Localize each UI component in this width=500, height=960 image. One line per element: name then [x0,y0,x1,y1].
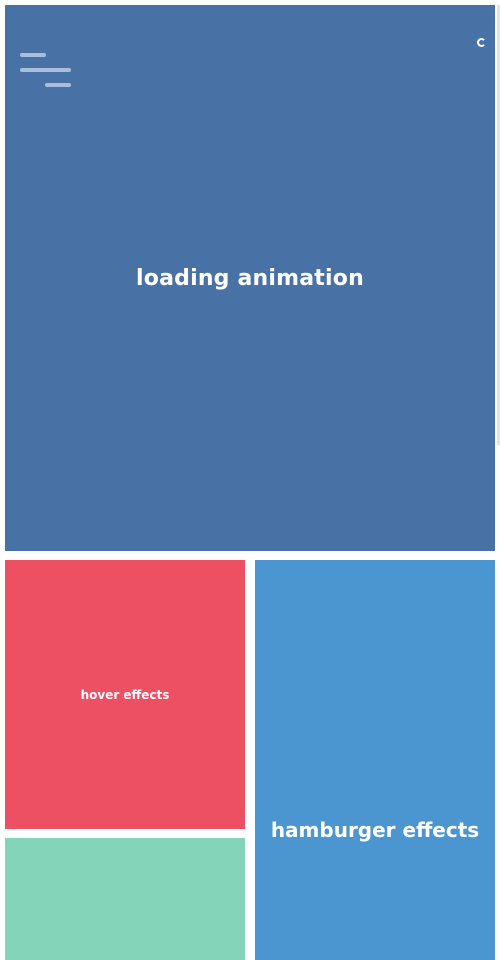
loading-animation-title: loading animation [136,265,364,291]
hamburger-effects-tile[interactable]: hamburger effects [255,560,495,960]
hamburger-menu-icon[interactable] [20,53,72,91]
menu-bar-top [20,53,46,57]
menu-bar-middle [20,68,71,72]
loading-animation-tile[interactable]: loading animation [5,5,495,551]
hover-effects-title: hover effects [80,687,170,702]
hamburger-effects-title: hamburger effects [270,818,480,842]
hover-effects-tile[interactable]: hover effects [5,560,245,829]
loading-spinner-icon [477,38,486,47]
teal-tile[interactable] [5,838,245,960]
menu-bar-bottom [45,83,71,87]
